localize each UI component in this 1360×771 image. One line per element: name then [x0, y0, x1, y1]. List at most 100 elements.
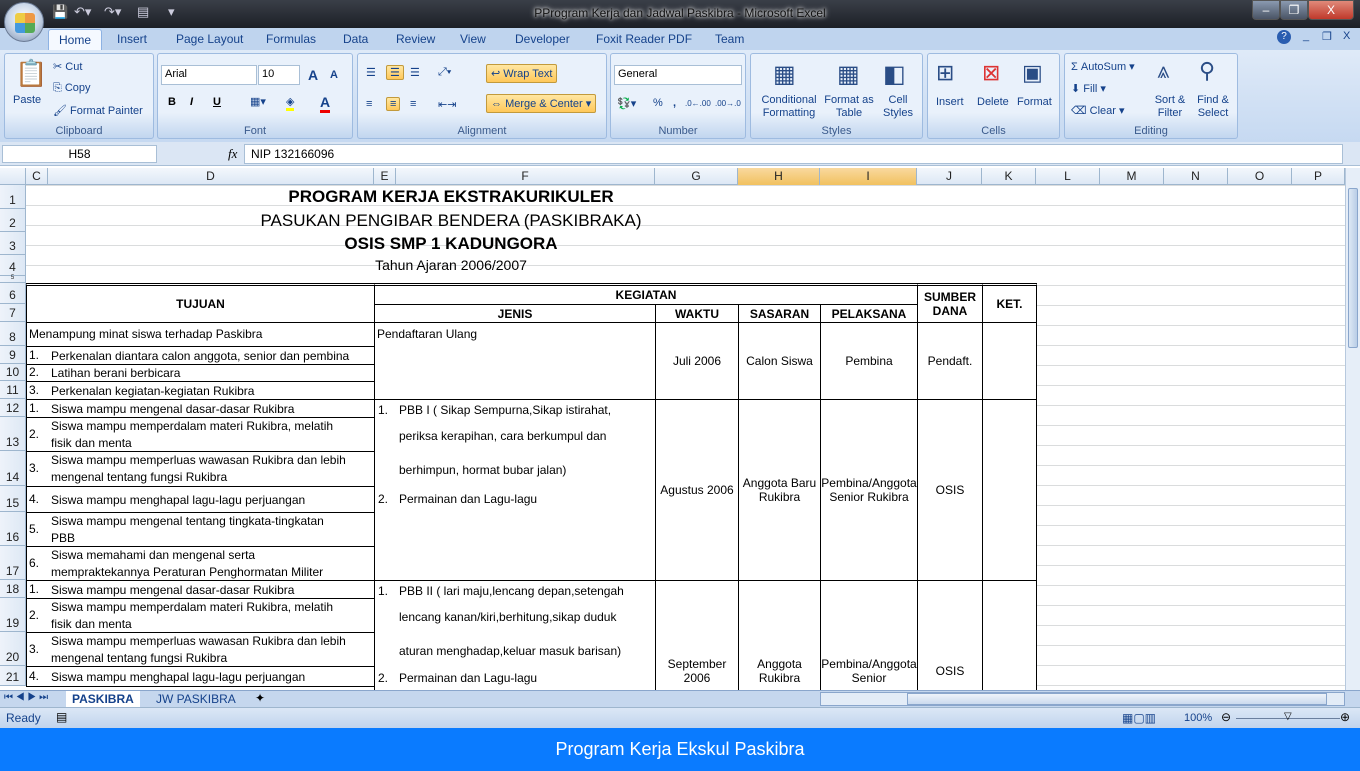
wrap-text-button[interactable]: ↩ Wrap Text [486, 64, 558, 83]
row-header-20[interactable]: 20 [0, 632, 26, 666]
copy-button[interactable]: ⎘ Copy [53, 82, 91, 95]
vertical-scrollbar[interactable] [1345, 168, 1360, 690]
row-header-21[interactable]: 21 [0, 666, 26, 686]
percent-button[interactable]: % [653, 97, 663, 109]
tab-review[interactable]: Review [396, 32, 435, 46]
tab-insert[interactable]: Insert [117, 32, 147, 46]
merge-center-button[interactable]: ⇔ Merge & Center ▾ [486, 94, 597, 113]
align-top-icon[interactable]: ☰ [366, 66, 376, 79]
find-select-button[interactable]: Find & Select [1191, 94, 1235, 120]
undo-icon[interactable]: ↶▾ [74, 4, 91, 20]
minimize-button[interactable]: – [1252, 0, 1280, 20]
sheet-nav-icons[interactable]: ⏮ ◀ ▶ ⏭ [4, 692, 48, 703]
fill-color-icon[interactable]: ◈ [286, 95, 295, 111]
row-header-19[interactable]: 19 [0, 598, 26, 632]
tab-view[interactable]: View [460, 32, 486, 46]
name-box[interactable]: H58 [2, 145, 157, 163]
delete-button[interactable]: Delete [977, 96, 1009, 108]
row-header-11[interactable]: 11 [0, 381, 26, 399]
zoom-slider-thumb[interactable]: ▽ [1284, 711, 1292, 722]
tab-formulas[interactable]: Formulas [266, 32, 316, 46]
font-size-select[interactable]: 10 [258, 65, 300, 85]
shrink-font-button[interactable]: A [330, 69, 338, 81]
tab-foxit[interactable]: Foxit Reader PDF [596, 32, 692, 46]
row-header-12[interactable]: 12 [0, 399, 26, 417]
row-header-7[interactable]: 7 [0, 304, 26, 322]
column-header-J[interactable]: J [917, 168, 982, 185]
column-header-K[interactable]: K [982, 168, 1036, 185]
row-header-8[interactable]: 8 [0, 322, 26, 346]
row-header-17[interactable]: 17 [0, 546, 26, 580]
row-header-18[interactable]: 18 [0, 580, 26, 598]
align-center-icon[interactable]: ≡ [386, 97, 401, 111]
form-icon[interactable]: ▤ [137, 4, 149, 20]
zoom-in-icon[interactable]: ⊕ [1340, 710, 1350, 724]
sheet-tab-paskibra[interactable]: PASKIBRA [66, 691, 140, 707]
column-header-I[interactable]: I [820, 168, 917, 185]
autosum-button[interactable]: Σ AutoSum ▾ [1071, 60, 1135, 73]
tab-home[interactable]: Home [48, 29, 103, 50]
orientation-icon[interactable]: ⤢▾ [438, 66, 451, 79]
row-header-15[interactable]: 15 [0, 486, 26, 512]
horizontal-scroll-thumb[interactable] [907, 693, 1327, 705]
column-header-N[interactable]: N [1164, 168, 1228, 185]
row-header-6[interactable]: 6 [0, 283, 26, 304]
cut-button[interactable]: ✂ Cut [53, 60, 82, 73]
column-header-M[interactable]: M [1100, 168, 1164, 185]
insert-button[interactable]: Insert [936, 96, 964, 108]
column-header-D[interactable]: D [48, 168, 374, 185]
increase-decimal-button[interactable]: .0←.00 [685, 99, 711, 108]
indent-icons[interactable]: ⇤⇥ [438, 98, 456, 111]
align-left-icon[interactable]: ≡ [366, 98, 372, 110]
row-header-14[interactable]: 14 [0, 451, 26, 486]
close-button[interactable]: X [1308, 0, 1354, 20]
zoom-level[interactable]: 100% [1184, 712, 1212, 724]
underline-button[interactable]: U [213, 96, 221, 108]
format-painter-button[interactable]: 🖌 Format Painter [53, 104, 143, 117]
row-header-3[interactable]: 3 [0, 232, 26, 255]
column-header-F[interactable]: F [396, 168, 655, 185]
tab-page-layout[interactable]: Page Layout [176, 32, 243, 46]
cell-styles-button[interactable]: Cell Styles [877, 94, 919, 120]
column-header-G[interactable]: G [655, 168, 738, 185]
tab-team[interactable]: Team [715, 32, 744, 46]
row-header-2[interactable]: 2 [0, 209, 26, 232]
row-header-4[interactable]: 4 [0, 255, 26, 276]
number-format-select[interactable]: General [614, 65, 742, 85]
row-header-13[interactable]: 13 [0, 417, 26, 451]
column-header-C[interactable]: C [26, 168, 48, 185]
redo-icon[interactable]: ↷▾ [104, 4, 121, 20]
bold-button[interactable]: B [168, 96, 176, 108]
font-color-icon[interactable]: A [320, 94, 331, 113]
column-header-P[interactable]: P [1292, 168, 1345, 185]
column-header-H[interactable]: H [738, 168, 820, 185]
comma-button[interactable]: , [673, 97, 676, 109]
customize-qat-icon[interactable]: ▾ [168, 4, 175, 20]
row-header-1[interactable]: 1 [0, 185, 26, 209]
borders-icon[interactable]: ▦▾ [250, 95, 266, 108]
grow-font-button[interactable]: A [308, 67, 318, 83]
format-as-table-button[interactable]: Format as Table [823, 94, 875, 120]
paste-button[interactable]: Paste [13, 94, 41, 106]
macro-record-icon[interactable]: ▤ [56, 710, 67, 724]
help-icon[interactable]: ? [1277, 30, 1291, 44]
align-right-icon[interactable]: ≡ [410, 98, 416, 110]
ribbon-minimize-icon[interactable]: _ [1303, 30, 1309, 42]
currency-icon[interactable]: 💱▾ [617, 97, 636, 110]
ribbon-close-icon[interactable]: X [1343, 30, 1350, 42]
row-header-5[interactable]: 5 [0, 275, 26, 283]
tab-developer[interactable]: Developer [515, 32, 570, 46]
fill-button[interactable]: ⬇ Fill ▾ [1071, 82, 1106, 95]
font-name-select[interactable]: Arial [161, 65, 257, 85]
column-header-E[interactable]: E [374, 168, 396, 185]
conditional-formatting-button[interactable]: Conditional Formatting [755, 94, 823, 120]
formula-input[interactable]: NIP 132166096 [244, 144, 1343, 164]
fx-icon[interactable]: fx [228, 146, 237, 162]
clear-button[interactable]: ⌫ Clear ▾ [1071, 104, 1125, 117]
horizontal-scrollbar[interactable] [820, 692, 1345, 706]
insert-sheet-icon[interactable]: ✦ [255, 691, 265, 705]
office-button[interactable] [4, 2, 44, 42]
vertical-scroll-thumb[interactable] [1348, 188, 1358, 348]
ribbon-restore-icon[interactable]: ❐ [1322, 30, 1332, 43]
row-header-16[interactable]: 16 [0, 512, 26, 546]
